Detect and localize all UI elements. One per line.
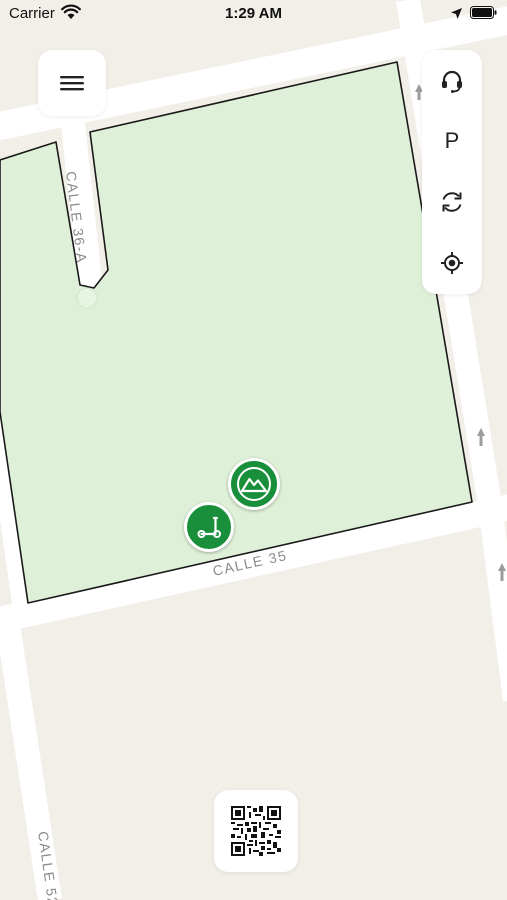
scooter-icon [197,516,221,538]
parking-icon: P [444,128,460,153]
battery-icon [470,6,497,19]
clock: 1:29 AM [225,5,282,22]
hamburger-menu-icon [60,76,84,91]
map-controls-panel: P [422,50,482,294]
refresh-icon [442,192,462,212]
parking-station-marker[interactable] [228,458,280,510]
location-arrow-icon [451,8,462,19]
parking-button[interactable]: P [422,116,482,166]
scooter-marker[interactable] [184,502,234,552]
mountain-icon [237,467,271,501]
support-button[interactable] [422,56,482,106]
headset-icon [442,70,462,93]
menu-button[interactable] [38,50,106,116]
qr-code-icon [231,806,281,856]
scan-qr-button[interactable] [214,790,298,872]
locate-me-button[interactable] [422,238,482,288]
status-bar: Carrier 1:29 AM [0,0,507,28]
refresh-button[interactable] [422,177,482,227]
crosshair-icon [441,252,463,274]
